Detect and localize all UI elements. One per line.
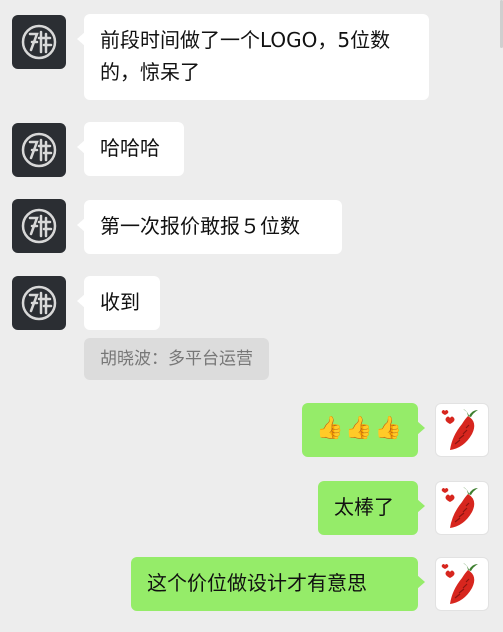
- radish-icon: [441, 563, 478, 604]
- stylized-glyph-icon: [21, 285, 57, 321]
- radish-icon: [441, 409, 478, 450]
- thumbs-up-icon: 👍: [316, 416, 344, 441]
- message-text: 太棒了: [334, 495, 394, 519]
- outgoing-message[interactable]: 这个价位做设计才有意思: [131, 557, 425, 611]
- message-text: 收到: [100, 290, 140, 314]
- my-avatar[interactable]: [435, 403, 489, 457]
- message-text: 这个价位做设计才有意思: [147, 571, 367, 595]
- contact-avatar[interactable]: [12, 276, 66, 330]
- stylized-glyph-icon: [21, 208, 57, 244]
- contact-avatar[interactable]: [12, 199, 66, 253]
- thumbs-up-icon: 👍: [345, 416, 373, 441]
- my-avatar[interactable]: [435, 557, 489, 611]
- radish-icon: [441, 487, 478, 528]
- incoming-message[interactable]: 前段时间做了一个LOGO，5位数的，惊呆了: [77, 14, 429, 100]
- message-text: 前段时间做了一个LOGO，5位数的，惊呆了: [100, 28, 391, 84]
- contact-avatar[interactable]: [12, 123, 66, 177]
- quoted-message[interactable]: 胡晓波：多平台运营: [84, 338, 269, 380]
- contact-avatar[interactable]: [12, 15, 66, 69]
- stylized-glyph-icon: [21, 132, 57, 168]
- quote-text: 胡晓波：多平台运营: [100, 349, 253, 369]
- my-avatar[interactable]: [435, 481, 489, 535]
- thumbs-up-icon: 👍: [374, 416, 403, 441]
- incoming-message[interactable]: 哈哈哈: [77, 122, 184, 176]
- incoming-message[interactable]: 第一次报价敢报５位数: [77, 200, 342, 254]
- incoming-message[interactable]: 收到: [77, 276, 160, 330]
- stylized-glyph-icon: [21, 24, 57, 60]
- message-text: 第一次报价敢报５位数: [100, 214, 300, 238]
- thumbs-up-group: 👍 👍 👍: [316, 413, 404, 445]
- message-text: 哈哈哈: [100, 136, 160, 160]
- outgoing-message[interactable]: 👍 👍 👍: [302, 403, 425, 457]
- outgoing-message[interactable]: 太棒了: [318, 481, 425, 535]
